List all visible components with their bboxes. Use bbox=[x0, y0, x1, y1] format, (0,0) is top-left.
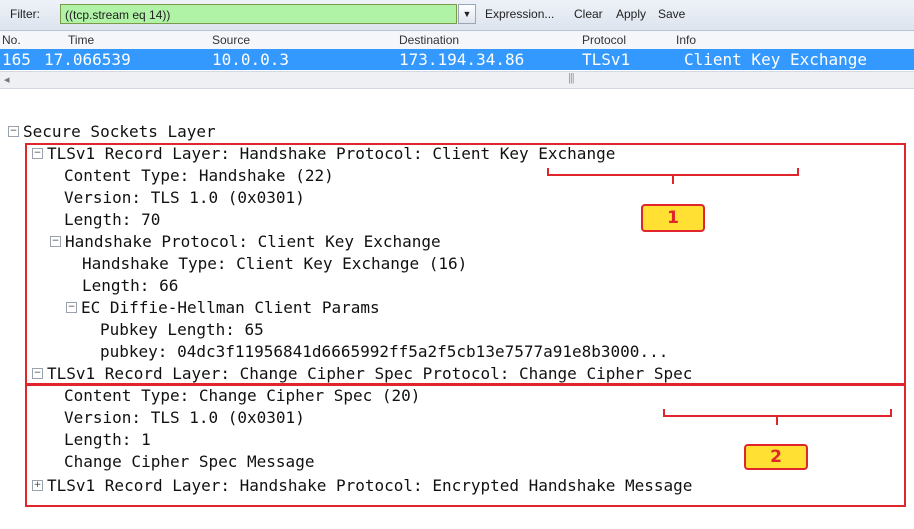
scroll-left-icon[interactable]: ◂ bbox=[4, 73, 10, 86]
filter-dropdown-button[interactable]: ▼ bbox=[458, 4, 476, 24]
packet-list-hscrollbar[interactable]: ◂ ||| bbox=[0, 71, 914, 89]
annotation-brace-2 bbox=[663, 409, 892, 417]
scrollbar-grip-icon[interactable]: ||| bbox=[568, 72, 575, 84]
packet-source: 10.0.0.3 bbox=[212, 50, 290, 69]
collapse-icon[interactable]: − bbox=[8, 125, 19, 137]
expression-button[interactable]: Expression... bbox=[485, 7, 554, 21]
packet-destination: 173.194.34.86 bbox=[399, 50, 525, 69]
annotation-badge-2: 2 bbox=[744, 444, 808, 470]
packet-no: 165 bbox=[2, 50, 31, 69]
annotation-badge-1: 1 bbox=[641, 204, 705, 232]
save-button[interactable]: Save bbox=[658, 7, 685, 21]
column-destination[interactable]: Destination bbox=[399, 33, 459, 47]
packet-list-header: No. Time Source Destination Protocol Inf… bbox=[0, 31, 914, 50]
filter-input[interactable]: ((tcp.stream eq 14)) bbox=[60, 4, 457, 24]
clear-button[interactable]: Clear bbox=[574, 7, 603, 21]
filter-toolbar: Filter: ((tcp.stream eq 14)) ▼ Expressio… bbox=[0, 0, 914, 31]
packet-info: Client Key Exchange bbox=[684, 50, 868, 69]
apply-button[interactable]: Apply bbox=[616, 7, 646, 21]
packet-protocol: TLSv1 bbox=[582, 50, 631, 69]
column-time[interactable]: Time bbox=[68, 33, 94, 47]
packet-time: 17.066539 bbox=[44, 50, 131, 69]
packet-row-selected[interactable]: 165 17.066539 10.0.0.3 173.194.34.86 TLS… bbox=[0, 49, 914, 70]
column-info[interactable]: Info bbox=[676, 33, 696, 47]
annotation-brace-tick-2 bbox=[776, 417, 778, 425]
tree-node-label: Secure Sockets Layer bbox=[23, 122, 216, 141]
filter-label: Filter: bbox=[10, 7, 40, 21]
annotation-box-1 bbox=[25, 143, 906, 385]
column-source[interactable]: Source bbox=[212, 33, 250, 47]
chevron-down-icon: ▼ bbox=[462, 9, 472, 19]
annotation-brace-1 bbox=[547, 168, 799, 176]
column-protocol[interactable]: Protocol bbox=[582, 33, 626, 47]
tree-node-ssl[interactable]: − Secure Sockets Layer bbox=[8, 122, 216, 142]
column-no[interactable]: No. bbox=[2, 33, 21, 47]
annotation-brace-tick-1 bbox=[672, 176, 674, 184]
